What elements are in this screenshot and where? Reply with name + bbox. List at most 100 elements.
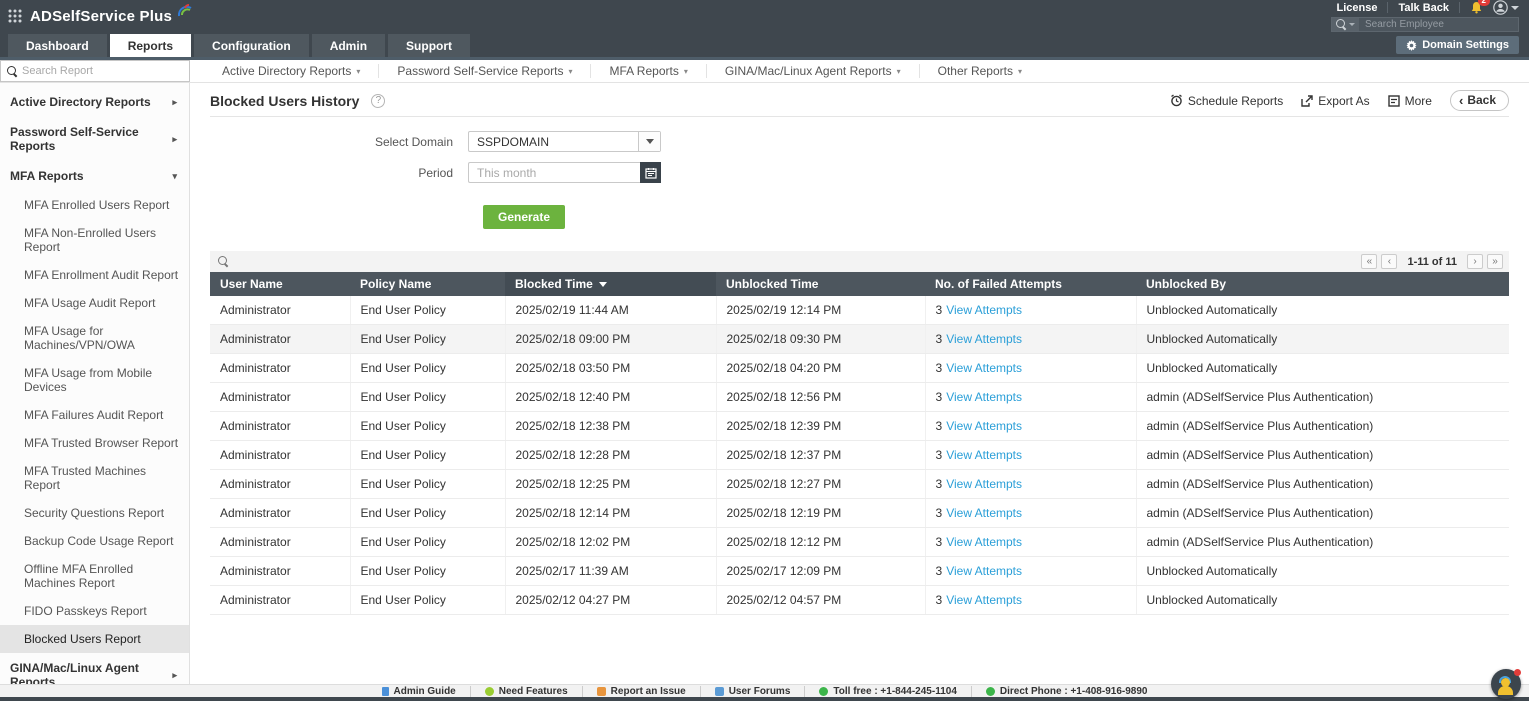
cell-failed-attempts: 3 View Attempts: [925, 382, 1137, 412]
export-as-button[interactable]: Export As: [1301, 93, 1370, 108]
sidebar-item-mfa-reports[interactable]: MFA Reports ▾: [0, 161, 189, 191]
view-attempts-link[interactable]: View Attempts: [946, 361, 1022, 375]
cell-blocked-time: 2025/02/18 12:02 PM: [505, 527, 717, 557]
footer-link-user-forums[interactable]: User Forums: [701, 685, 806, 697]
support-chat-button[interactable]: [1491, 669, 1521, 699]
prev-page-button[interactable]: ‹: [1381, 254, 1398, 269]
col-policy-name[interactable]: Policy Name: [350, 272, 505, 296]
footer-link-toll-free-1-844-245-1104[interactable]: Toll free : +1-844-245-1104: [805, 685, 972, 697]
sidebar-item-label: MFA Usage for Machines/VPN/OWA: [24, 324, 135, 352]
col-user-name[interactable]: User Name: [210, 272, 350, 296]
tab-reports[interactable]: Reports: [109, 34, 192, 57]
view-attempts-link[interactable]: View Attempts: [946, 332, 1022, 346]
view-attempts-link[interactable]: View Attempts: [946, 303, 1022, 317]
sidebar-item-backup-code-usage-report[interactable]: Backup Code Usage Report: [0, 527, 189, 555]
sidebar-item-offline-mfa-enrolled-machines-report[interactable]: Offline MFA Enrolled Machines Report: [0, 555, 189, 597]
sidebar-item-mfa-enrolled-users-report[interactable]: MFA Enrolled Users Report: [0, 191, 189, 219]
tab-admin[interactable]: Admin: [311, 34, 386, 57]
table-row[interactable]: Administrator End User Policy 2025/02/19 1…: [210, 296, 1509, 325]
tab-configuration[interactable]: Configuration: [194, 34, 309, 57]
sidebar-item-security-questions-report[interactable]: Security Questions Report: [0, 499, 189, 527]
domain-select-chevron[interactable]: [638, 132, 660, 151]
col-unblocked-by[interactable]: Unblocked By: [1136, 272, 1509, 296]
sidebar-item-mfa-non-enrolled-users-report[interactable]: MFA Non-Enrolled Users Report: [0, 219, 189, 261]
account-menu[interactable]: [1493, 0, 1519, 15]
schedule-reports-button[interactable]: Schedule Reports: [1170, 94, 1283, 108]
menu-gina-mac-linux-agent-reports[interactable]: GINA/Mac/Linux Agent Reports ▾: [707, 64, 920, 78]
back-button[interactable]: ‹ Back: [1449, 90, 1509, 111]
sidebar-item-mfa-usage-from-mobile-devices[interactable]: MFA Usage from Mobile Devices: [0, 359, 189, 401]
table-search-icon[interactable]: [218, 256, 229, 267]
search-scope-button[interactable]: [1332, 18, 1359, 31]
col-failed-attempts[interactable]: No. of Failed Attempts: [925, 272, 1136, 296]
first-page-button[interactable]: «: [1361, 254, 1378, 269]
sidebar-item-mfa-trusted-machines-report[interactable]: MFA Trusted Machines Report: [0, 457, 189, 499]
report-search-input[interactable]: [22, 65, 183, 77]
generate-button[interactable]: Generate: [483, 205, 566, 229]
talkback-link[interactable]: Talk Back: [1398, 2, 1449, 14]
sidebar-item-fido-passkeys-report[interactable]: FIDO Passkeys Report: [0, 597, 189, 625]
employee-search-input[interactable]: [1359, 18, 1518, 31]
view-attempts-link[interactable]: View Attempts: [946, 564, 1022, 578]
col-blocked-time[interactable]: Blocked Time: [505, 272, 716, 296]
table-row[interactable]: Administrator End User Policy 2025/02/12 0…: [210, 585, 1509, 615]
cell-blocked-time: 2025/02/18 12:28 PM: [505, 440, 717, 470]
table-row[interactable]: Administrator End User Policy 2025/02/18 1…: [210, 440, 1509, 470]
last-page-button[interactable]: »: [1487, 254, 1503, 269]
sidebar-item-mfa-trusted-browser-report[interactable]: MFA Trusted Browser Report: [0, 429, 189, 457]
view-attempts-link[interactable]: View Attempts: [946, 477, 1022, 491]
report-search[interactable]: [0, 60, 190, 82]
sidebar-item-mfa-failures-audit-report[interactable]: MFA Failures Audit Report: [0, 401, 189, 429]
menu-password-self-service-reports[interactable]: Password Self-Service Reports ▾: [379, 64, 592, 78]
footer-link-need-features[interactable]: Need Features: [471, 685, 583, 697]
sidebar-item-active-directory-reports[interactable]: Active Directory Reports ▸: [0, 87, 189, 117]
view-attempts-link[interactable]: View Attempts: [946, 419, 1022, 433]
footer-link-direct-phone-1-408-916-9890[interactable]: Direct Phone : +1-408-916-9890: [972, 686, 1162, 697]
table-row[interactable]: Administrator End User Policy 2025/02/17 1…: [210, 556, 1509, 586]
table-row[interactable]: Administrator End User Policy 2025/02/18 1…: [210, 382, 1509, 412]
help-icon[interactable]: ?: [371, 93, 386, 108]
table-row[interactable]: Administrator End User Policy 2025/02/18 1…: [210, 411, 1509, 441]
table-row[interactable]: Administrator End User Policy 2025/02/18 1…: [210, 469, 1509, 499]
tab-support[interactable]: Support: [388, 34, 471, 57]
sidebar-item-blocked-users-report[interactable]: Blocked Users Report: [0, 625, 189, 653]
menu-mfa-reports[interactable]: MFA Reports ▾: [591, 64, 707, 78]
period-input[interactable]: [468, 162, 640, 183]
next-page-button[interactable]: ›: [1467, 254, 1483, 269]
col-unblocked-time[interactable]: Unblocked Time: [716, 272, 925, 296]
table-row[interactable]: Administrator End User Policy 2025/02/18 1…: [210, 498, 1509, 528]
footer-link-admin-guide[interactable]: Admin Guide: [368, 685, 471, 697]
sidebar-item-gina-mac-linux-agent-reports[interactable]: GINA/Mac/Linux Agent Reports ▸: [0, 653, 189, 684]
sidebar-item-mfa-usage-for-machines-vpn-owa[interactable]: MFA Usage for Machines/VPN/OWA: [0, 317, 189, 359]
export-as-label: Export As: [1318, 93, 1370, 108]
domain-select[interactable]: SSPDOMAIN: [468, 131, 661, 152]
calendar-button[interactable]: [640, 162, 661, 183]
sidebar-item-label: Password Self-Service Reports: [10, 125, 139, 153]
employee-search[interactable]: [1331, 17, 1519, 32]
tab-dashboard[interactable]: Dashboard: [8, 34, 107, 57]
menu-other-reports[interactable]: Other Reports ▾: [920, 64, 1040, 78]
menu-active-directory-reports[interactable]: Active Directory Reports ▾: [204, 64, 380, 78]
view-attempts-link[interactable]: View Attempts: [946, 535, 1022, 549]
view-attempts-link[interactable]: View Attempts: [946, 593, 1022, 607]
sidebar-item-label: GINA/Mac/Linux Agent Reports: [10, 661, 139, 684]
brand[interactable]: ADSelfService Plus: [8, 4, 194, 25]
domain-settings-button[interactable]: Domain Settings: [1396, 36, 1519, 54]
view-attempts-link[interactable]: View Attempts: [946, 506, 1022, 520]
sidebar-item-mfa-enrollment-audit-report[interactable]: MFA Enrollment Audit Report: [0, 261, 189, 289]
cell-unblocked-by: admin (ADSelfService Plus Authentication…: [1136, 411, 1509, 441]
license-link[interactable]: License: [1336, 2, 1377, 14]
sidebar-item-password-self-service-reports[interactable]: Password Self-Service Reports ▸: [0, 117, 189, 161]
table-row[interactable]: Administrator End User Policy 2025/02/18 0…: [210, 324, 1509, 354]
table-row[interactable]: Administrator End User Policy 2025/02/18 1…: [210, 527, 1509, 557]
notifications-button[interactable]: 2: [1470, 0, 1490, 14]
view-attempts-link[interactable]: View Attempts: [946, 448, 1022, 462]
footer-link-report-an-issue[interactable]: Report an Issue: [583, 685, 701, 697]
more-button[interactable]: More: [1387, 94, 1432, 108]
app-grid-icon[interactable]: [8, 9, 22, 23]
cell-user-name: Administrator: [210, 498, 351, 528]
table-row[interactable]: Administrator End User Policy 2025/02/18 0…: [210, 353, 1509, 383]
sidebar-item-label: MFA Reports: [10, 169, 84, 183]
view-attempts-link[interactable]: View Attempts: [946, 390, 1022, 404]
sidebar-item-mfa-usage-audit-report[interactable]: MFA Usage Audit Report: [0, 289, 189, 317]
